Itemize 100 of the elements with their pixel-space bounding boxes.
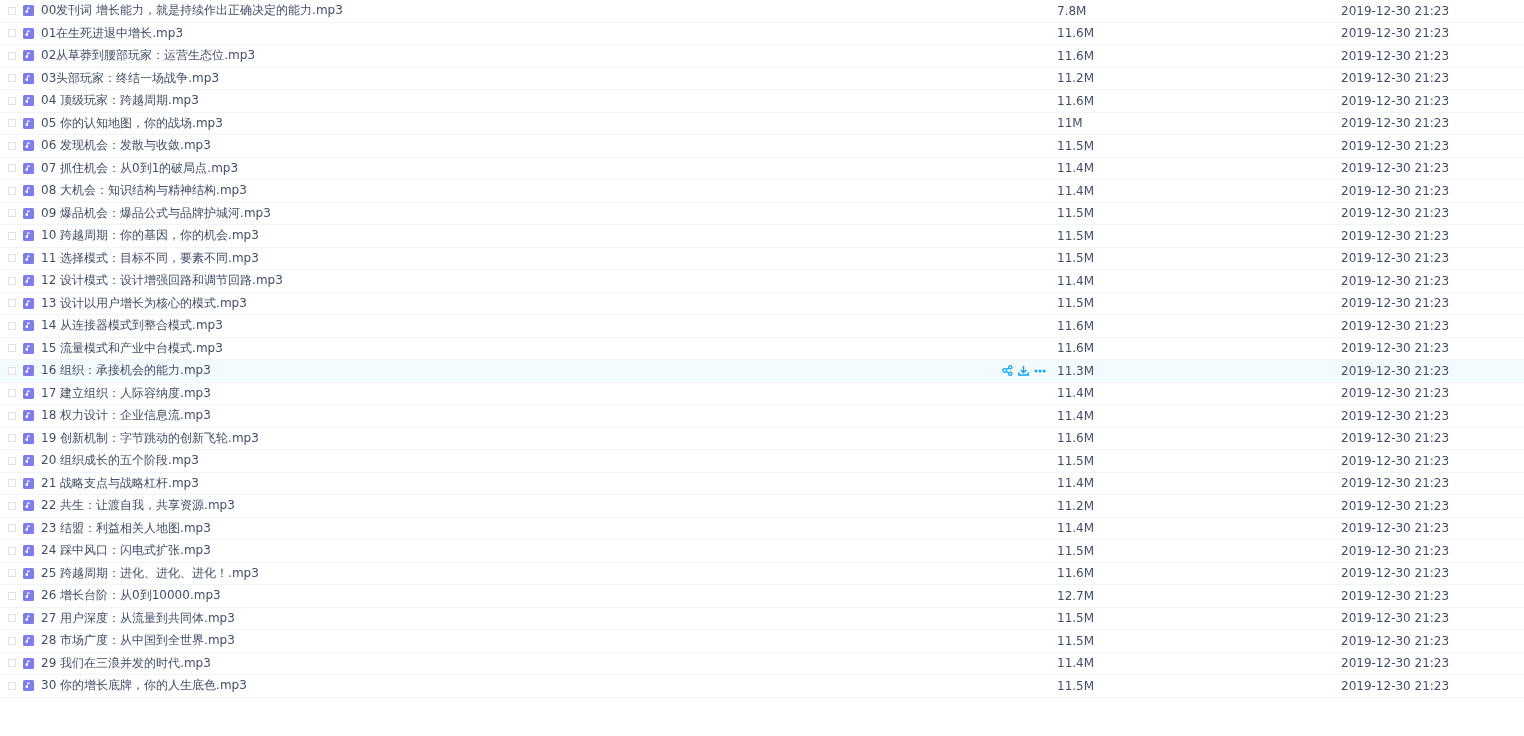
file-name[interactable]: 02从草莽到腰部玩家：运营生态位.mp3 xyxy=(41,47,1001,65)
file-name[interactable]: 00发刊词 增长能力，就是持续作出正确决定的能力.mp3 xyxy=(41,2,1001,20)
file-name[interactable]: 28 市场广度：从中国到全世界.mp3 xyxy=(41,632,1001,650)
file-size: 11.5M xyxy=(1057,296,1096,311)
file-name[interactable]: 05 你的认知地图，你的战场.mp3 xyxy=(41,114,1001,132)
file-size: 11.4M xyxy=(1057,408,1096,423)
file-size: 11.5M xyxy=(1057,678,1096,693)
checkbox[interactable] xyxy=(8,569,16,578)
checkbox[interactable] xyxy=(8,479,16,488)
file-name[interactable]: 22 共生：让渡自我，共享资源.mp3 xyxy=(41,497,1001,515)
audio-file-icon xyxy=(23,297,34,309)
file-name[interactable]: 29 我们在三浪并发的时代.mp3 xyxy=(41,654,1001,672)
checkbox[interactable] xyxy=(8,659,16,668)
checkbox[interactable] xyxy=(8,411,16,420)
file-size: 11.2M xyxy=(1057,71,1096,86)
file-name[interactable]: 01在生死进退中增长.mp3 xyxy=(41,24,1001,42)
checkbox[interactable] xyxy=(8,434,16,443)
file-row[interactable]: 04 顶级玩家：跨越周期.mp3 11.6M 2019-12-30 21:23 xyxy=(0,90,1524,113)
checkbox[interactable] xyxy=(8,141,16,150)
file-name[interactable]: 10 跨越周期：你的基因，你的机会.mp3 xyxy=(41,227,1001,245)
file-name[interactable]: 08 大机会：知识结构与精神结构.mp3 xyxy=(41,182,1001,200)
audio-file-icon xyxy=(23,477,34,489)
file-size: 11.6M xyxy=(1057,48,1096,63)
checkbox[interactable] xyxy=(8,29,16,38)
file-name[interactable]: 30 你的增长底牌，你的人生底色.mp3 xyxy=(41,677,1001,695)
file-name[interactable]: 15 流量模式和产业中台模式.mp3 xyxy=(41,339,1001,357)
audio-file-icon xyxy=(23,27,34,39)
audio-file-icon xyxy=(23,500,34,512)
checkbox[interactable] xyxy=(8,546,16,555)
checkbox[interactable] xyxy=(8,456,16,465)
checkbox[interactable] xyxy=(8,524,16,533)
audio-file-icon xyxy=(23,342,34,354)
modified-date: 2019-12-30 21:23 xyxy=(1341,296,1450,311)
download-icon[interactable] xyxy=(1017,364,1030,378)
file-name[interactable]: 11 选择模式：目标不同，要素不同.mp3 xyxy=(41,249,1001,267)
file-size: 11.5M xyxy=(1057,206,1096,221)
modified-date: 2019-12-30 21:23 xyxy=(1341,611,1450,626)
file-name[interactable]: 14 从连接器模式到整合模式.mp3 xyxy=(41,317,1001,335)
checkbox[interactable] xyxy=(8,591,16,600)
file-size: 11.4M xyxy=(1057,273,1096,288)
file-row[interactable]: 28 市场广度：从中国到全世界.mp3 11.5M 2019-12-30 21:23 xyxy=(0,630,1524,653)
file-row[interactable]: 02从草莽到腰部玩家：运营生态位.mp3 11.6M 2019-12-30 21:23 xyxy=(0,45,1524,68)
modified-date: 2019-12-30 21:23 xyxy=(1341,251,1450,266)
checkbox[interactable] xyxy=(8,119,16,128)
file-row[interactable]: 00发刊词 增长能力，就是持续作出正确决定的能力.mp3 7.8M 2019-12-30 21:23 xyxy=(0,0,1524,23)
checkbox[interactable] xyxy=(8,614,16,623)
file-name[interactable]: 21 战略支点与战略杠杆.mp3 xyxy=(41,474,1001,492)
modified-date: 2019-12-30 21:23 xyxy=(1341,183,1450,198)
checkbox[interactable] xyxy=(8,681,16,690)
checkbox[interactable] xyxy=(8,636,16,645)
file-name[interactable]: 04 顶级玩家：跨越周期.mp3 xyxy=(41,92,1001,110)
file-name[interactable]: 23 结盟：利益相关人地图.mp3 xyxy=(41,519,1001,537)
checkbox[interactable] xyxy=(8,501,16,510)
checkbox[interactable] xyxy=(8,276,16,285)
file-size: 11.6M xyxy=(1057,566,1096,581)
file-name[interactable]: 20 组织成长的五个阶段.mp3 xyxy=(41,452,1001,470)
checkbox[interactable] xyxy=(8,344,16,353)
modified-date: 2019-12-30 21:23 xyxy=(1341,273,1450,288)
checkbox[interactable] xyxy=(8,164,16,173)
share-icon[interactable] xyxy=(1001,364,1014,378)
file-row[interactable]: 22 共生：让渡自我，共享资源.mp3 11.2M 2019-12-30 21:23 xyxy=(0,495,1524,518)
modified-date: 2019-12-30 21:23 xyxy=(1341,588,1450,603)
file-name[interactable]: 26 增长台阶：从0到10000.mp3 xyxy=(41,587,1001,605)
checkbox[interactable] xyxy=(8,96,16,105)
checkbox[interactable] xyxy=(8,389,16,398)
file-name[interactable]: 16 组织：承接机会的能力.mp3 xyxy=(41,362,1001,380)
file-row[interactable]: 16 组织：承接机会的能力.mp3 11.3M 2019-12-30 21:23 xyxy=(0,360,1524,383)
file-size: 11.5M xyxy=(1057,251,1096,266)
file-name[interactable]: 17 建立组织：人际容纳度.mp3 xyxy=(41,384,1001,402)
modified-date: 2019-12-30 21:23 xyxy=(1341,633,1450,648)
checkbox[interactable] xyxy=(8,74,16,83)
file-name[interactable]: 24 踩中风口：闪电式扩张.mp3 xyxy=(41,542,1001,560)
file-row[interactable]: 18 权力设计：企业信息流.mp3 11.4M 2019-12-30 21:23 xyxy=(0,405,1524,428)
checkbox[interactable] xyxy=(8,299,16,308)
checkbox[interactable] xyxy=(8,254,16,263)
file-name[interactable]: 27 用户深度：从流量到共同体.mp3 xyxy=(41,609,1001,627)
file-name[interactable]: 25 跨越周期：进化、进化、进化！.mp3 xyxy=(41,564,1001,582)
checkbox[interactable] xyxy=(8,186,16,195)
file-name[interactable]: 13 设计以用户增长为核心的模式.mp3 xyxy=(41,294,1001,312)
modified-date: 2019-12-30 21:23 xyxy=(1341,318,1450,333)
file-row[interactable]: 24 踩中风口：闪电式扩张.mp3 11.5M 2019-12-30 21:23 xyxy=(0,540,1524,563)
checkbox[interactable] xyxy=(8,231,16,240)
checkbox[interactable] xyxy=(8,209,16,218)
file-name[interactable]: 07 抓住机会：从0到1的破局点.mp3 xyxy=(41,159,1001,177)
modified-date: 2019-12-30 21:23 xyxy=(1341,363,1450,378)
checkbox[interactable] xyxy=(8,51,16,60)
checkbox[interactable] xyxy=(8,366,16,375)
modified-date: 2019-12-30 21:23 xyxy=(1341,93,1450,108)
modified-date: 2019-12-30 21:23 xyxy=(1341,521,1450,536)
file-name[interactable]: 03头部玩家：终结一场战争.mp3 xyxy=(41,69,1001,87)
file-name[interactable]: 18 权力设计：企业信息流.mp3 xyxy=(41,407,1001,425)
checkbox[interactable] xyxy=(8,321,16,330)
checkbox[interactable] xyxy=(8,6,16,15)
audio-file-icon xyxy=(23,230,34,242)
file-name[interactable]: 19 创新机制：字节跳动的创新飞轮.mp3 xyxy=(41,429,1001,447)
file-name[interactable]: 06 发现机会：发散与收敛.mp3 xyxy=(41,137,1001,155)
modified-date: 2019-12-30 21:23 xyxy=(1341,71,1450,86)
file-name[interactable]: 09 爆品机会：爆品公式与品牌护城河.mp3 xyxy=(41,204,1001,222)
file-row[interactable]: 30 你的增长底牌，你的人生底色.mp3 11.5M 2019-12-30 21:23 xyxy=(0,675,1524,698)
file-name[interactable]: 12 设计模式：设计增强回路和调节回路.mp3 xyxy=(41,272,1001,290)
